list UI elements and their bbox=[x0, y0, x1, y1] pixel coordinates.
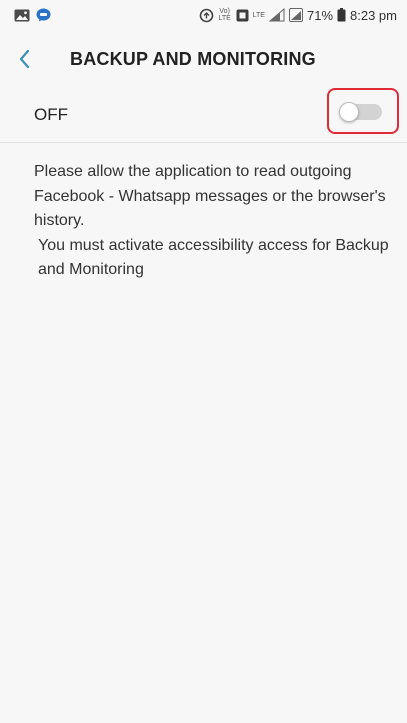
description-text: Please allow the application to read out… bbox=[34, 160, 394, 283]
volte-icon: Vo) LTE bbox=[218, 8, 231, 22]
back-button[interactable] bbox=[18, 37, 62, 81]
image-icon bbox=[14, 9, 30, 22]
page-title: BACKUP AND MONITORING bbox=[70, 48, 316, 69]
description-paragraph-1: Please allow the application to read out… bbox=[34, 163, 386, 229]
status-right: Vo) LTE LTE 71% 8:23 pm bbox=[199, 8, 407, 23]
battery-percent: 71% bbox=[306, 7, 334, 23]
toggle-knob bbox=[339, 102, 359, 122]
status-time: 8:23 pm bbox=[350, 7, 397, 23]
lte-signal-icon bbox=[268, 8, 285, 22]
signal-box-icon bbox=[288, 8, 303, 22]
battery-icon bbox=[337, 8, 346, 22]
screen: Vo) LTE LTE 71% 8:23 pm BACKUP AND MONIT… bbox=[0, 0, 407, 723]
description-paragraph-2: You must activate accessibility access f… bbox=[38, 236, 389, 279]
monitoring-toggle-switch[interactable] bbox=[339, 102, 382, 122]
status-left bbox=[0, 8, 51, 22]
data-saver-icon bbox=[199, 8, 214, 23]
app-bar: BACKUP AND MONITORING bbox=[0, 30, 407, 88]
lte-label: LTE bbox=[252, 11, 265, 19]
status-bar: Vo) LTE LTE 71% 8:23 pm bbox=[0, 0, 407, 30]
chevron-left-icon bbox=[18, 49, 32, 69]
toggle-state-label: OFF bbox=[34, 105, 68, 124]
messenger-icon bbox=[36, 8, 51, 22]
nfc-icon bbox=[236, 9, 249, 22]
